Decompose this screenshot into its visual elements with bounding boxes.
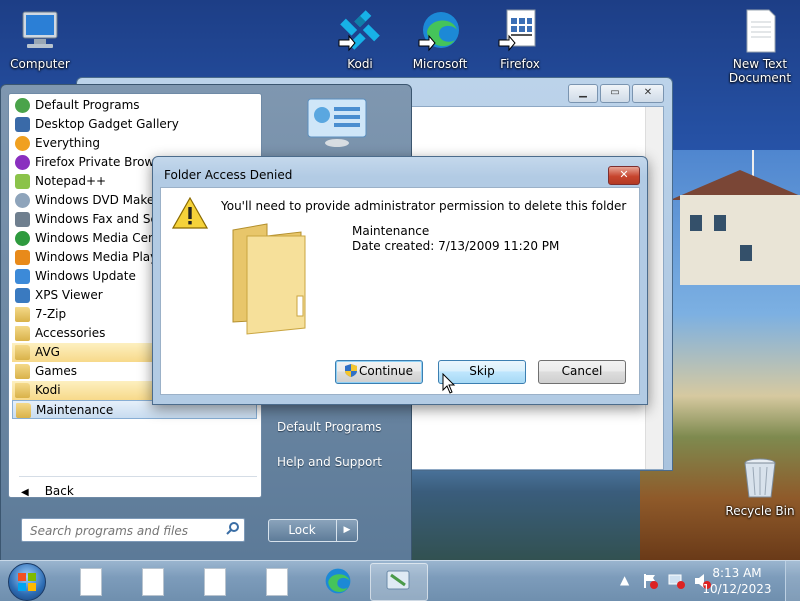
show-hidden-icons-icon[interactable]: ▲ (620, 573, 629, 587)
document-icon (80, 568, 102, 596)
folder-icon (15, 307, 30, 322)
dialog-title: Folder Access Denied (164, 168, 293, 182)
folder-icon (16, 403, 31, 418)
mouse-cursor-icon (442, 372, 456, 398)
folder-icon (15, 326, 30, 341)
desktop-icon-kodi[interactable]: Kodi (322, 8, 398, 71)
search-input[interactable] (28, 521, 222, 541)
help-support-link[interactable]: Help and Support (277, 455, 382, 469)
recycle-bin-icon (737, 455, 783, 501)
maximize-button[interactable]: ▭ (600, 84, 630, 103)
default-programs-icon (15, 98, 30, 113)
close-button[interactable]: ✕ (632, 84, 664, 103)
control-panel-icon (385, 569, 413, 598)
firefox-shortcut-icon (497, 8, 543, 54)
continue-button[interactable]: Continue (335, 360, 423, 384)
lock-options-arrow-icon[interactable]: ▶ (336, 520, 357, 541)
dialog-close-button[interactable]: ✕ (608, 166, 640, 185)
desktop-icon-edge[interactable]: Microsoft (402, 8, 478, 71)
edge-icon (322, 566, 354, 599)
firefox-private-icon (15, 155, 30, 170)
dialog-body: You'll need to provide administrator per… (160, 187, 640, 395)
uac-shield-icon (345, 363, 358, 384)
desktop-icon-firefox[interactable]: Firefox (482, 8, 558, 71)
kodi-icon (337, 8, 383, 54)
folder-name: Maintenance (352, 224, 430, 238)
clock[interactable]: 8:13 AM 10/12/2023 (702, 565, 772, 597)
start-button[interactable] (8, 563, 46, 601)
taskbar-document-2[interactable] (124, 563, 180, 599)
warning-icon (171, 196, 209, 232)
windows-logo-icon (18, 573, 36, 594)
show-desktop-button[interactable] (785, 561, 800, 601)
menu-divider (19, 476, 257, 477)
control-panel-icon (306, 97, 368, 147)
folder-icon (227, 222, 311, 341)
text-document-icon (737, 8, 783, 54)
cancel-button[interactable]: Cancel (538, 360, 626, 384)
search-box (21, 518, 245, 542)
gadget-gallery-icon (15, 117, 30, 132)
start-item-everything[interactable]: Everything (12, 134, 257, 153)
edge-icon (417, 8, 463, 54)
folder-icon (15, 364, 30, 379)
document-icon (266, 568, 288, 596)
taskbar-control-panel[interactable] (370, 563, 428, 601)
fax-scan-icon (15, 212, 30, 227)
folder-access-denied-dialog: Folder Access Denied ✕ You'll need to pr… (152, 156, 648, 405)
taskbar-document-1[interactable] (62, 563, 118, 599)
desktop-icon-computer[interactable]: Computer (2, 8, 78, 71)
computer-icon (17, 8, 63, 54)
lock-button[interactable]: Lock ▶ (268, 519, 358, 542)
back-arrow-icon: ◀ (21, 487, 29, 498)
default-programs-link[interactable]: Default Programs (277, 420, 382, 434)
notepad-plus-icon (15, 174, 30, 189)
search-everything-icon (15, 136, 30, 151)
dialog-message: You'll need to provide administrator per… (221, 199, 627, 213)
start-item-default-programs[interactable]: Default Programs (12, 96, 257, 115)
start-item-gadget-gallery[interactable]: Desktop Gadget Gallery (12, 115, 257, 134)
desktop-icon-recycle-bin[interactable]: Recycle Bin (722, 455, 798, 518)
taskbar-edge[interactable] (310, 563, 366, 599)
flag-alert-icon[interactable] (642, 573, 658, 592)
taskbar-document-4[interactable] (248, 563, 304, 599)
windows-update-icon (15, 269, 30, 284)
taskbar: ▲ 8:13 AM 10/12/2023 (0, 560, 800, 601)
dvd-maker-icon (15, 193, 30, 208)
folder-icon (15, 345, 30, 360)
network-disconnected-icon[interactable] (668, 573, 686, 592)
search-icon[interactable] (226, 521, 240, 538)
document-icon (204, 568, 226, 596)
minimize-button[interactable]: ▁ (568, 84, 598, 103)
xps-viewer-icon (15, 288, 30, 303)
media-center-icon (15, 231, 30, 246)
taskbar-document-3[interactable] (186, 563, 242, 599)
desktop-icon-new-text-document[interactable]: New Text Document (722, 8, 798, 85)
document-icon (142, 568, 164, 596)
media-player-icon (15, 250, 30, 265)
folder-date-created: Date created: 7/13/2009 11:20 PM (352, 239, 560, 253)
back-button[interactable]: ◀ Back (21, 484, 74, 498)
folder-icon (15, 383, 30, 398)
